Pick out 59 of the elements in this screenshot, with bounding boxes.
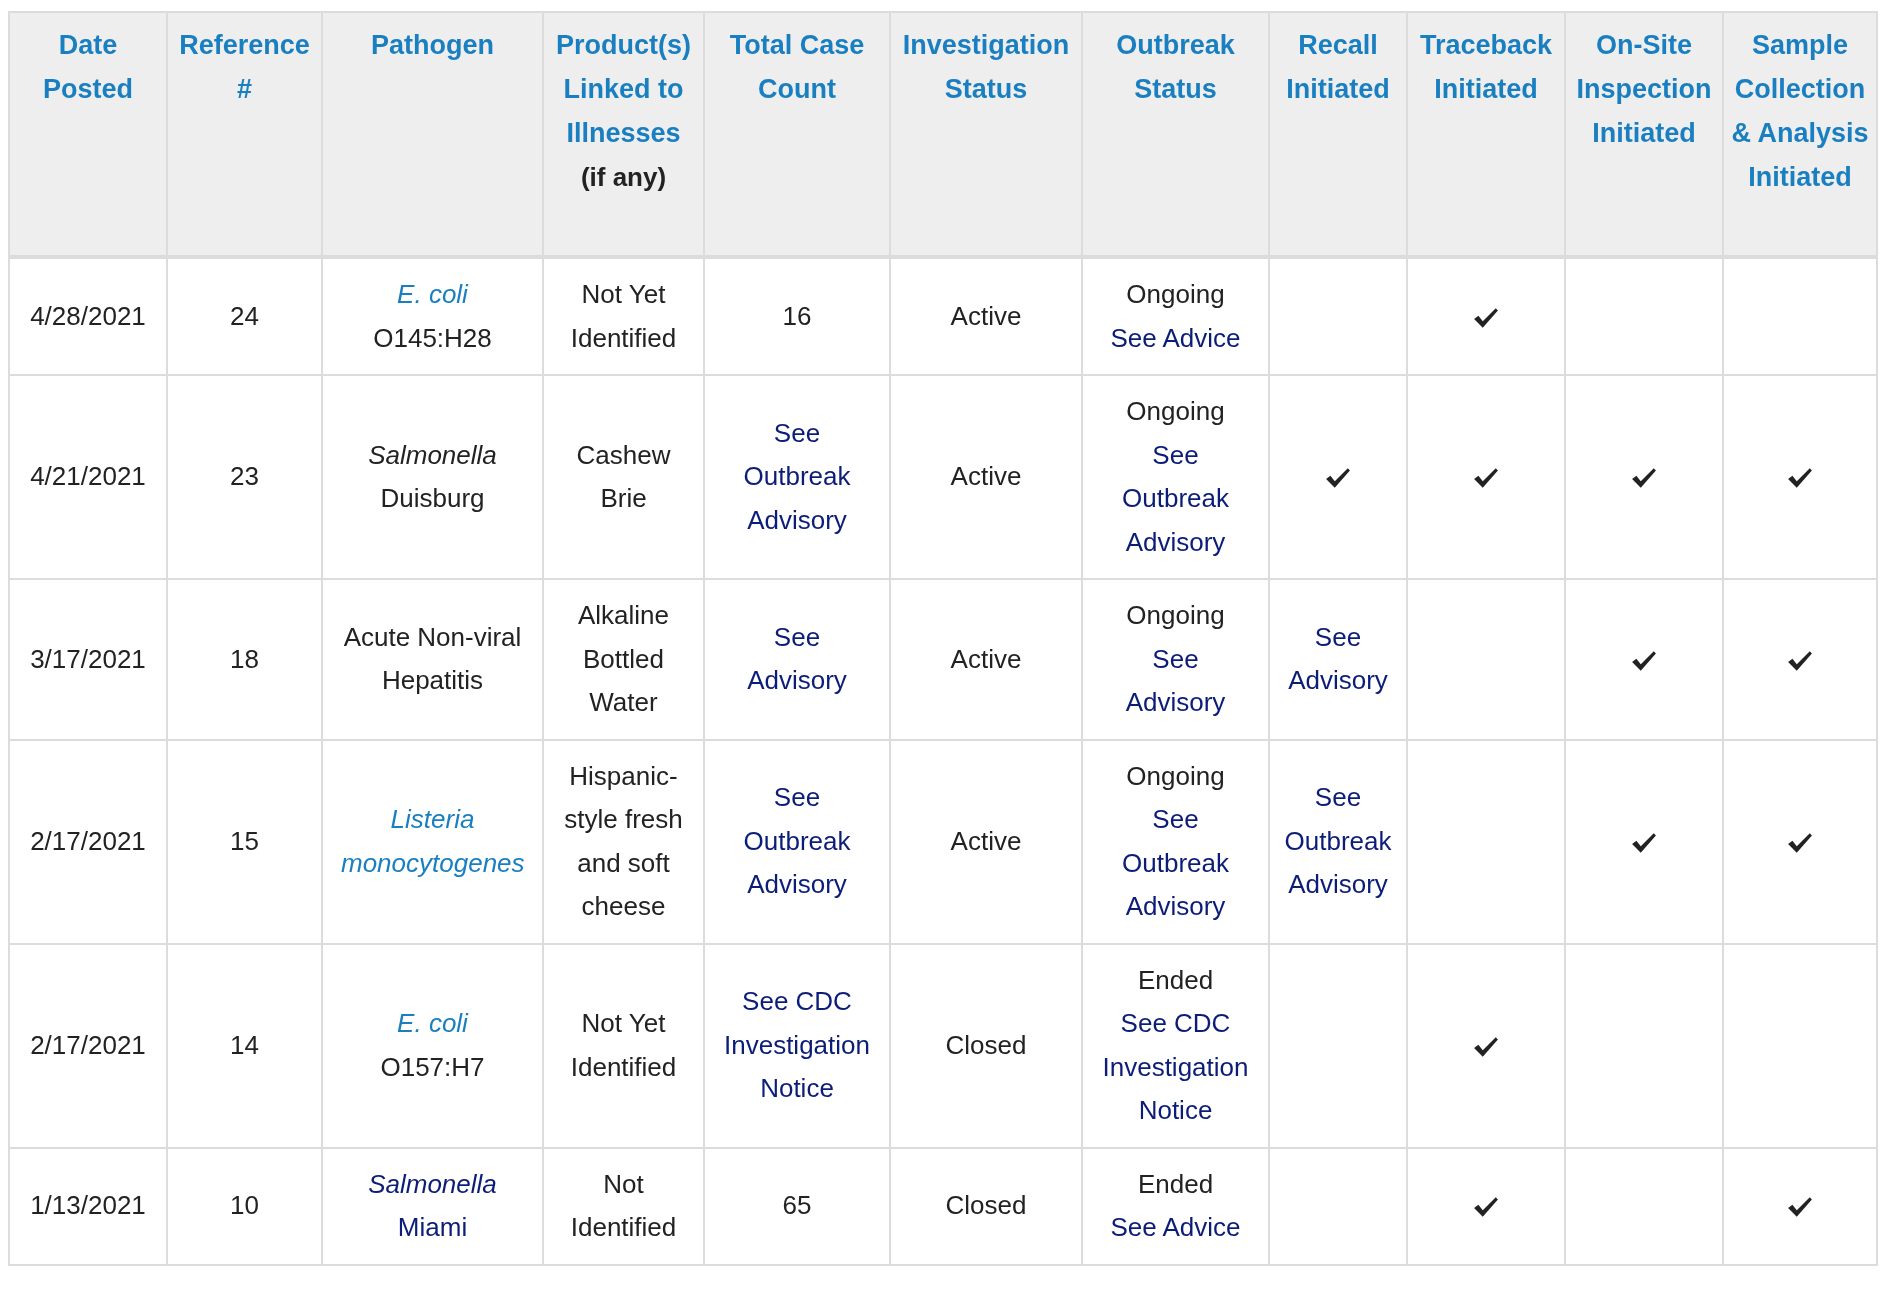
cell-text: Active — [949, 642, 1023, 676]
header-note: (if any) — [579, 161, 668, 194]
column-header: Sample Collection & Analysis Initiated — [1730, 29, 1870, 194]
column-header: Traceback Initiated — [1418, 29, 1554, 106]
cell-text: 2/17/2021 — [29, 1028, 147, 1062]
cell-text: Ongoing — [1125, 599, 1226, 632]
cell-text: Not Yet Identified — [569, 278, 678, 355]
column-header: Pathogen — [370, 29, 495, 62]
cell-text: 2/17/2021 — [29, 824, 147, 858]
column-header: Date Posted — [42, 29, 134, 106]
cell-text: Duisburg — [379, 482, 486, 515]
link[interactable]: Miami — [341, 1206, 524, 1250]
cell-text: Ongoing — [1125, 278, 1226, 311]
cell-text: Not Identified — [569, 1167, 678, 1244]
column-header: Recall Initiated — [1285, 29, 1391, 106]
cell-text: 1/13/2021 — [29, 1189, 147, 1223]
column-header: Total Case Count — [728, 29, 866, 106]
cell-text: 23 — [229, 460, 260, 494]
cell-text: 16 — [781, 299, 813, 333]
cell-text: Ended — [1136, 1167, 1215, 1201]
cell-text: 18 — [229, 642, 260, 676]
cell-text: 4/21/2021 — [29, 460, 147, 494]
link[interactable]: See Outbreak Advisory — [1101, 433, 1250, 564]
column-header: On-Site Inspection Initiated — [1575, 29, 1713, 150]
cell-text: Ended — [1136, 963, 1215, 997]
cell-text: 15 — [229, 824, 260, 858]
link[interactable]: See CDC Investigation Notice — [1101, 1002, 1250, 1133]
cell-text: 3/17/2021 — [29, 642, 147, 676]
cell-text: Active — [949, 460, 1023, 494]
cell-text: 65 — [781, 1189, 813, 1223]
cell-text: Closed — [944, 1189, 1028, 1223]
cell-text: 14 — [229, 1028, 260, 1062]
cell-text: Hispanic-style fresh and soft cheese — [563, 759, 684, 923]
cell-text: Ongoing — [1125, 395, 1226, 428]
link[interactable]: See Advisory — [1101, 637, 1250, 725]
cell-text: Salmonella — [367, 438, 498, 472]
link[interactable]: E. coli — [341, 273, 524, 317]
cell-text: Cashew Brie — [575, 438, 672, 515]
cell-text: Alkaline Bottled Water — [576, 599, 671, 719]
column-header: Investigation Status — [901, 29, 1071, 106]
link[interactable]: See Advice — [1101, 316, 1250, 360]
cell-text: 10 — [229, 1189, 260, 1223]
link[interactable]: See Advice — [1101, 1206, 1250, 1250]
cell-text: 4/28/2021 — [29, 299, 147, 333]
column-header: Reference # — [178, 29, 311, 106]
cell-text: O157:H7 — [379, 1050, 486, 1084]
link[interactable]: E. coli — [341, 1002, 524, 1046]
column-header: Product(s) Linked to Illnesses — [555, 29, 692, 150]
cell-text: O145:H28 — [372, 321, 493, 355]
column-header: Outbreak Status — [1115, 29, 1236, 106]
cell-text: Active — [949, 299, 1023, 333]
cell-text: Active — [949, 824, 1023, 858]
cell-text: Ongoing — [1125, 759, 1226, 793]
cell-text: Not Yet Identified — [569, 1007, 678, 1084]
cell-text: Closed — [944, 1028, 1028, 1062]
link[interactable]: See Outbreak Advisory — [1101, 798, 1250, 929]
link[interactable]: Salmonella — [341, 1162, 524, 1206]
cell-text: Acute Non-viral Hepatitis — [342, 620, 523, 698]
cell-text: 24 — [229, 299, 260, 333]
